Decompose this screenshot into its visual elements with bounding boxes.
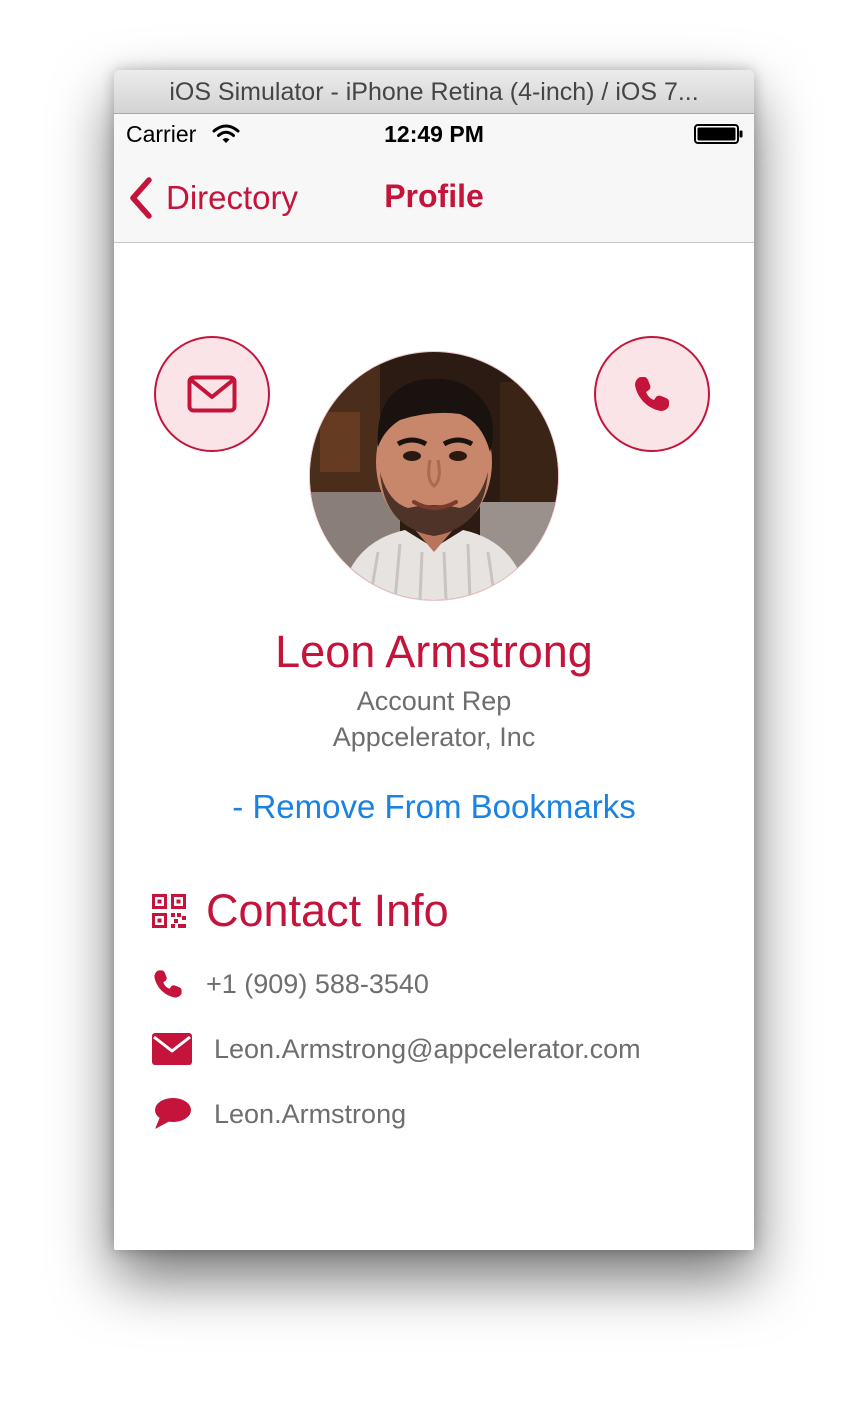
section-title-contact-info: Contact Info bbox=[206, 885, 449, 936]
phone-icon bbox=[635, 377, 669, 411]
remove-bookmark-link[interactable]: - Remove From Bookmarks bbox=[114, 788, 754, 826]
phone-screen: Carrier 12:49 PM Directory Profile Leon … bbox=[114, 114, 754, 1250]
company-name: Appcelerator, Inc bbox=[332, 722, 536, 752]
contact-email-row[interactable]: Leon.Armstrong@appcelerator.com bbox=[152, 1029, 641, 1069]
back-button[interactable]: Directory bbox=[128, 174, 298, 222]
job-title: Account Rep bbox=[356, 686, 512, 716]
status-time: 12:49 PM bbox=[384, 121, 484, 147]
battery-icon bbox=[694, 124, 743, 144]
envelope-icon bbox=[152, 1033, 192, 1065]
chat-bubble-icon bbox=[155, 1098, 191, 1129]
simulator-window: iOS Simulator - iPhone Retina (4-inch) /… bbox=[114, 70, 754, 1250]
qr-code-icon bbox=[152, 894, 186, 928]
contact-name: Leon Armstrong bbox=[275, 626, 593, 677]
contact-email-value: Leon.Armstrong@appcelerator.com bbox=[214, 1033, 641, 1064]
avatar bbox=[310, 352, 558, 600]
call-button[interactable] bbox=[594, 336, 710, 452]
back-button-label: Directory bbox=[166, 179, 299, 216]
phone-icon bbox=[154, 970, 182, 998]
contact-phone-row[interactable]: +1 (909) 588-3540 bbox=[152, 964, 429, 1004]
contact-chat-value: Leon.Armstrong bbox=[214, 1098, 407, 1129]
page-title: Profile bbox=[384, 178, 484, 214]
envelope-icon bbox=[187, 375, 237, 413]
contact-phone-value: +1 (909) 588-3540 bbox=[206, 968, 429, 999]
navigation-header: Carrier 12:49 PM Directory Profile bbox=[114, 114, 754, 243]
contact-chat-row[interactable]: Leon.Armstrong bbox=[152, 1094, 406, 1134]
chevron-left-icon bbox=[130, 177, 152, 219]
email-button[interactable] bbox=[154, 336, 270, 452]
window-title: iOS Simulator - iPhone Retina (4-inch) /… bbox=[114, 70, 754, 114]
